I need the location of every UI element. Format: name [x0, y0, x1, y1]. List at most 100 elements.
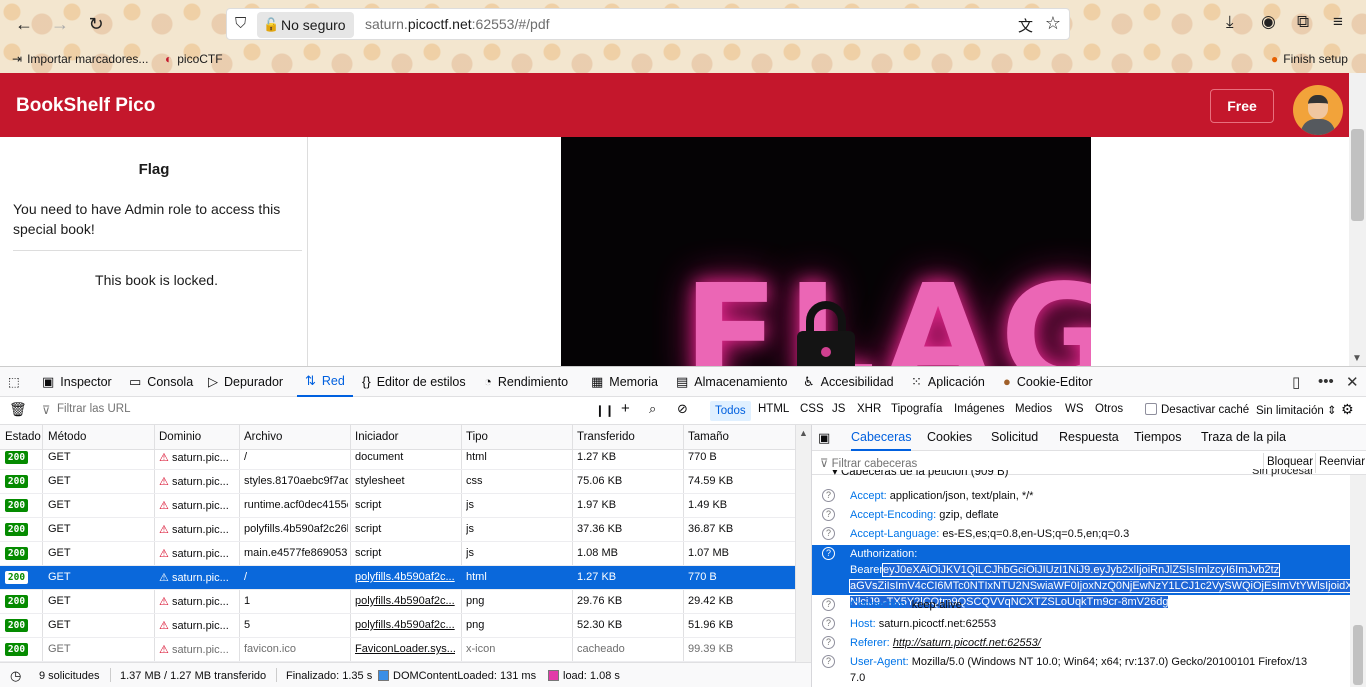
- scroll-up-icon[interactable]: ▲: [799, 428, 808, 438]
- pick-element-icon[interactable]: ⬚: [8, 367, 20, 397]
- translate-icon[interactable]: 文: [1018, 15, 1033, 36]
- back-button[interactable]: ←: [10, 10, 38, 38]
- tab-style-editor[interactable]: {} Editor de estilos: [362, 367, 466, 397]
- url-filter-input[interactable]: Filtrar las URL: [57, 403, 130, 415]
- add-icon[interactable]: +: [621, 400, 630, 417]
- account-icon[interactable]: ◉: [1261, 12, 1276, 32]
- col-transferred[interactable]: Transferido: [577, 431, 635, 443]
- page-scrollbar[interactable]: ▼: [1349, 73, 1366, 366]
- table-row[interactable]: 200 GET ⚠ saturn.pic... / document html …: [0, 446, 795, 470]
- header-row[interactable]: ? Referer: http://saturn.picoctf.net:625…: [812, 635, 1350, 654]
- filter-html[interactable]: HTML: [758, 403, 789, 415]
- referer-link[interactable]: http://saturn.picoctf.net:62553/: [893, 637, 1041, 649]
- scroll-thumb[interactable]: [1353, 625, 1363, 685]
- header-row[interactable]: ? User-Agent: Mozilla/5.0 (Windows NT 10…: [812, 654, 1350, 687]
- col-domain[interactable]: Dominio: [159, 431, 201, 443]
- tab-headers[interactable]: Cabeceras: [851, 430, 912, 451]
- close-devtools-icon[interactable]: ✕: [1346, 373, 1359, 391]
- filter-css[interactable]: CSS: [800, 403, 824, 415]
- request-headers-section[interactable]: ▾ Cabeceras de la petición (909 B): [832, 470, 1008, 480]
- tab-stack-trace[interactable]: Traza de la pila: [1201, 430, 1286, 444]
- avatar[interactable]: [1293, 85, 1343, 135]
- initiator-link[interactable]: polyfills.4b590af2c...: [355, 595, 455, 607]
- help-icon[interactable]: ?: [822, 527, 835, 540]
- col-status[interactable]: Estado: [5, 431, 41, 443]
- filter-fonts[interactable]: Tipografía: [891, 403, 942, 415]
- headers-filter-input[interactable]: ⊽ Filtrar cabeceras: [820, 456, 917, 470]
- extensions-icon[interactable]: ⧉: [1297, 12, 1309, 32]
- help-icon[interactable]: ?: [822, 508, 835, 521]
- tab-storage[interactable]: ▤ Almacenamiento: [676, 367, 787, 397]
- table-row[interactable]: 200 GET ⚠ saturn.pic... main.e4577fe8690…: [0, 542, 795, 566]
- tab-inspector[interactable]: ▣ Inspector: [42, 367, 112, 397]
- bookmark-star-icon[interactable]: ☆: [1045, 13, 1061, 34]
- initiator-link[interactable]: polyfills.4b590af2c...: [355, 619, 455, 631]
- filter-ws[interactable]: WS: [1065, 403, 1084, 415]
- tab-cookie-editor[interactable]: ● Cookie-Editor: [1003, 367, 1093, 397]
- table-row[interactable]: 200 GET ⚠ saturn.pic... runtime.acf0dec4…: [0, 494, 795, 518]
- header-row[interactable]: ? Accept-Language: es-ES,es;q=0.8,en-US;…: [812, 526, 1350, 545]
- help-icon[interactable]: ?: [822, 617, 835, 630]
- col-initiator[interactable]: Iniciador: [355, 431, 398, 443]
- menu-icon[interactable]: ≡: [1333, 12, 1343, 32]
- table-row[interactable]: 200 GET ⚠ saturn.pic... styles.8170aebc9…: [0, 470, 795, 494]
- tab-response[interactable]: Respuesta: [1059, 430, 1119, 444]
- col-type[interactable]: Tipo: [466, 431, 488, 443]
- col-file[interactable]: Archivo: [244, 431, 282, 443]
- throttle-select[interactable]: Sin limitación ⇕: [1256, 403, 1337, 417]
- bookmark-import[interactable]: ⇥ Importar marcadores...: [12, 52, 148, 66]
- dock-icon[interactable]: ▯: [1292, 373, 1300, 391]
- url-bar[interactable]: ⛉ 🔓 No seguro saturn.picoctf.net:62553/#…: [226, 8, 1070, 40]
- tab-network[interactable]: ⇅ Red: [297, 367, 353, 397]
- block-button[interactable]: Bloquear: [1267, 456, 1313, 468]
- shield-icon[interactable]: ⛉: [235, 15, 246, 32]
- tab-cookies[interactable]: Cookies: [927, 430, 972, 444]
- reload-button[interactable]: ↻: [82, 10, 110, 38]
- filter-media[interactable]: Medios: [1015, 403, 1052, 415]
- tab-timings[interactable]: Tiempos: [1134, 430, 1181, 444]
- help-icon[interactable]: ?: [822, 598, 835, 611]
- col-method[interactable]: Método: [48, 431, 86, 443]
- help-icon[interactable]: ?: [822, 547, 835, 560]
- initiator-link[interactable]: polyfills.4b590af2c...: [355, 571, 455, 583]
- table-row[interactable]: 200 GET ⚠ saturn.pic... 5 polyfills.4b59…: [0, 614, 795, 638]
- raw-toggle[interactable]: Sin procesar: [1252, 469, 1314, 479]
- url-text[interactable]: saturn.picoctf.net:62553/#/pdf: [365, 16, 550, 32]
- tab-accessibility[interactable]: ♿ Accesibilidad: [803, 367, 894, 397]
- trash-icon[interactable]: 🗑: [9, 401, 27, 418]
- header-row[interactable]: ? Accept-Encoding: gzip, deflate: [812, 507, 1350, 526]
- table-row[interactable]: 200 GET ⚠ saturn.pic... 1 polyfills.4b59…: [0, 590, 795, 614]
- tab-application[interactable]: ⁙ Aplicación: [911, 367, 985, 397]
- tab-console[interactable]: ▭ Consola: [129, 367, 193, 397]
- table-scrollbar[interactable]: ▲: [795, 425, 811, 662]
- table-row[interactable]: 200 GET ⚠ saturn.pic... favicon.ico Favi…: [0, 638, 795, 662]
- scroll-thumb[interactable]: [1351, 129, 1364, 221]
- header-row[interactable]: ? Host: saturn.picoctf.net:62553: [812, 616, 1350, 635]
- tab-performance[interactable]: ◔ Rendimiento: [484, 367, 568, 397]
- block-icon[interactable]: ⊘: [677, 401, 688, 417]
- help-icon[interactable]: ?: [822, 655, 835, 668]
- tab-memory[interactable]: ▦ Memoria: [591, 367, 658, 397]
- col-size[interactable]: Tamaño: [688, 431, 729, 443]
- filter-xhr[interactable]: XHR: [857, 403, 881, 415]
- scroll-down-icon[interactable]: ▼: [1352, 353, 1362, 364]
- tab-debugger[interactable]: ▷ Depurador: [208, 367, 283, 397]
- search-icon[interactable]: ⌕: [649, 401, 656, 417]
- filter-images[interactable]: Imágenes: [954, 403, 1005, 415]
- header-row[interactable]: ? Accept: application/json, text/plain, …: [812, 488, 1350, 507]
- security-indicator[interactable]: 🔓 No seguro: [257, 12, 354, 38]
- filter-other[interactable]: Otros: [1095, 403, 1123, 415]
- settings-gear-icon[interactable]: ⚙: [1341, 401, 1354, 418]
- finish-setup[interactable]: ● Finish setup: [1271, 52, 1348, 66]
- more-options-icon[interactable]: •••: [1318, 373, 1334, 390]
- filter-js[interactable]: JS: [832, 403, 845, 415]
- header-row[interactable]: ? Connection: keep-alive: [812, 597, 1350, 616]
- downloads-icon[interactable]: ⤓: [1226, 12, 1234, 32]
- help-icon[interactable]: ?: [822, 489, 835, 502]
- disable-cache-checkbox[interactable]: Desactivar caché: [1145, 403, 1249, 416]
- details-scrollbar[interactable]: [1350, 475, 1366, 687]
- table-row[interactable]: 200 GET ⚠ saturn.pic... polyfills.4b590a…: [0, 518, 795, 542]
- filter-all[interactable]: Todos: [710, 401, 751, 421]
- toggle-panel-icon[interactable]: ▣: [818, 430, 830, 446]
- app-title[interactable]: BookShelf Pico: [16, 95, 155, 117]
